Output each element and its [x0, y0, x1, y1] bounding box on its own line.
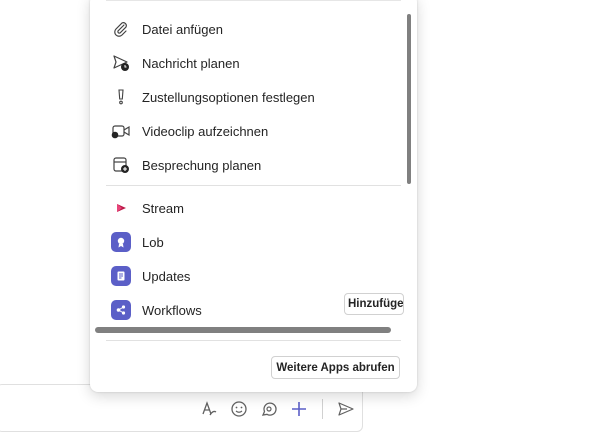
loop-icon[interactable] [258, 398, 280, 420]
menu-item-updates[interactable]: Updates [106, 261, 401, 291]
menu-item-schedule-meeting[interactable]: Besprechung planen [106, 150, 401, 180]
menu-item-praise[interactable]: Lob [106, 227, 401, 257]
workflows-icon [111, 300, 131, 320]
send-clock-icon [110, 52, 132, 74]
message-extensions-menu: Datei anfügen Nachricht planen Zustellun… [90, 0, 417, 392]
workflows-icon-wrap [110, 299, 132, 321]
praise-icon [111, 232, 131, 252]
menu-item-label: Workflows [142, 302, 202, 318]
menu-item-label: Stream [142, 200, 184, 216]
menu-item-label: Lob [142, 234, 164, 250]
menu-item-label: Updates [142, 268, 191, 284]
menu-item-label: Videoclip aufzeichnen [142, 123, 269, 139]
menu-divider [106, 185, 401, 186]
menu-divider [106, 340, 401, 341]
toolbar-divider [322, 399, 323, 419]
vertical-scrollbar[interactable] [407, 14, 411, 184]
format-icon[interactable] [198, 398, 220, 420]
menu-item-schedule-message[interactable]: Nachricht planen [106, 48, 401, 78]
menu-item-delivery-options[interactable]: Zustellungsoptionen festlegen [106, 82, 401, 112]
menu-item-label: Zustellungsoptionen festlegen [142, 89, 315, 105]
updates-icon [111, 266, 131, 286]
emoji-icon[interactable] [228, 398, 250, 420]
menu-item-attach-file[interactable]: Datei anfügen [106, 14, 401, 44]
compose-toolbar [198, 396, 357, 422]
horizontal-scrollbar[interactable] [95, 327, 391, 333]
menu-item-label: Besprechung planen [142, 157, 262, 173]
menu-item-label: Nachricht planen [142, 55, 240, 71]
menu-item-label: Datei anfügen [142, 21, 223, 37]
get-more-apps-button[interactable]: Weitere Apps abrufen [271, 356, 400, 379]
paperclip-icon [110, 18, 132, 40]
send-icon[interactable] [335, 398, 357, 420]
video-clip-icon [110, 120, 132, 142]
add-workflows-button[interactable]: Hinzufügen [344, 293, 404, 315]
praise-icon-wrap [110, 231, 132, 253]
menu-divider [106, 0, 401, 1]
plus-icon[interactable] [288, 398, 310, 420]
updates-icon-wrap [110, 265, 132, 287]
calendar-add-icon [110, 154, 132, 176]
menu-item-record-video[interactable]: Videoclip aufzeichnen [106, 116, 401, 146]
exclamation-icon [110, 86, 132, 108]
stream-icon [110, 197, 132, 219]
menu-item-stream[interactable]: Stream [106, 193, 401, 223]
